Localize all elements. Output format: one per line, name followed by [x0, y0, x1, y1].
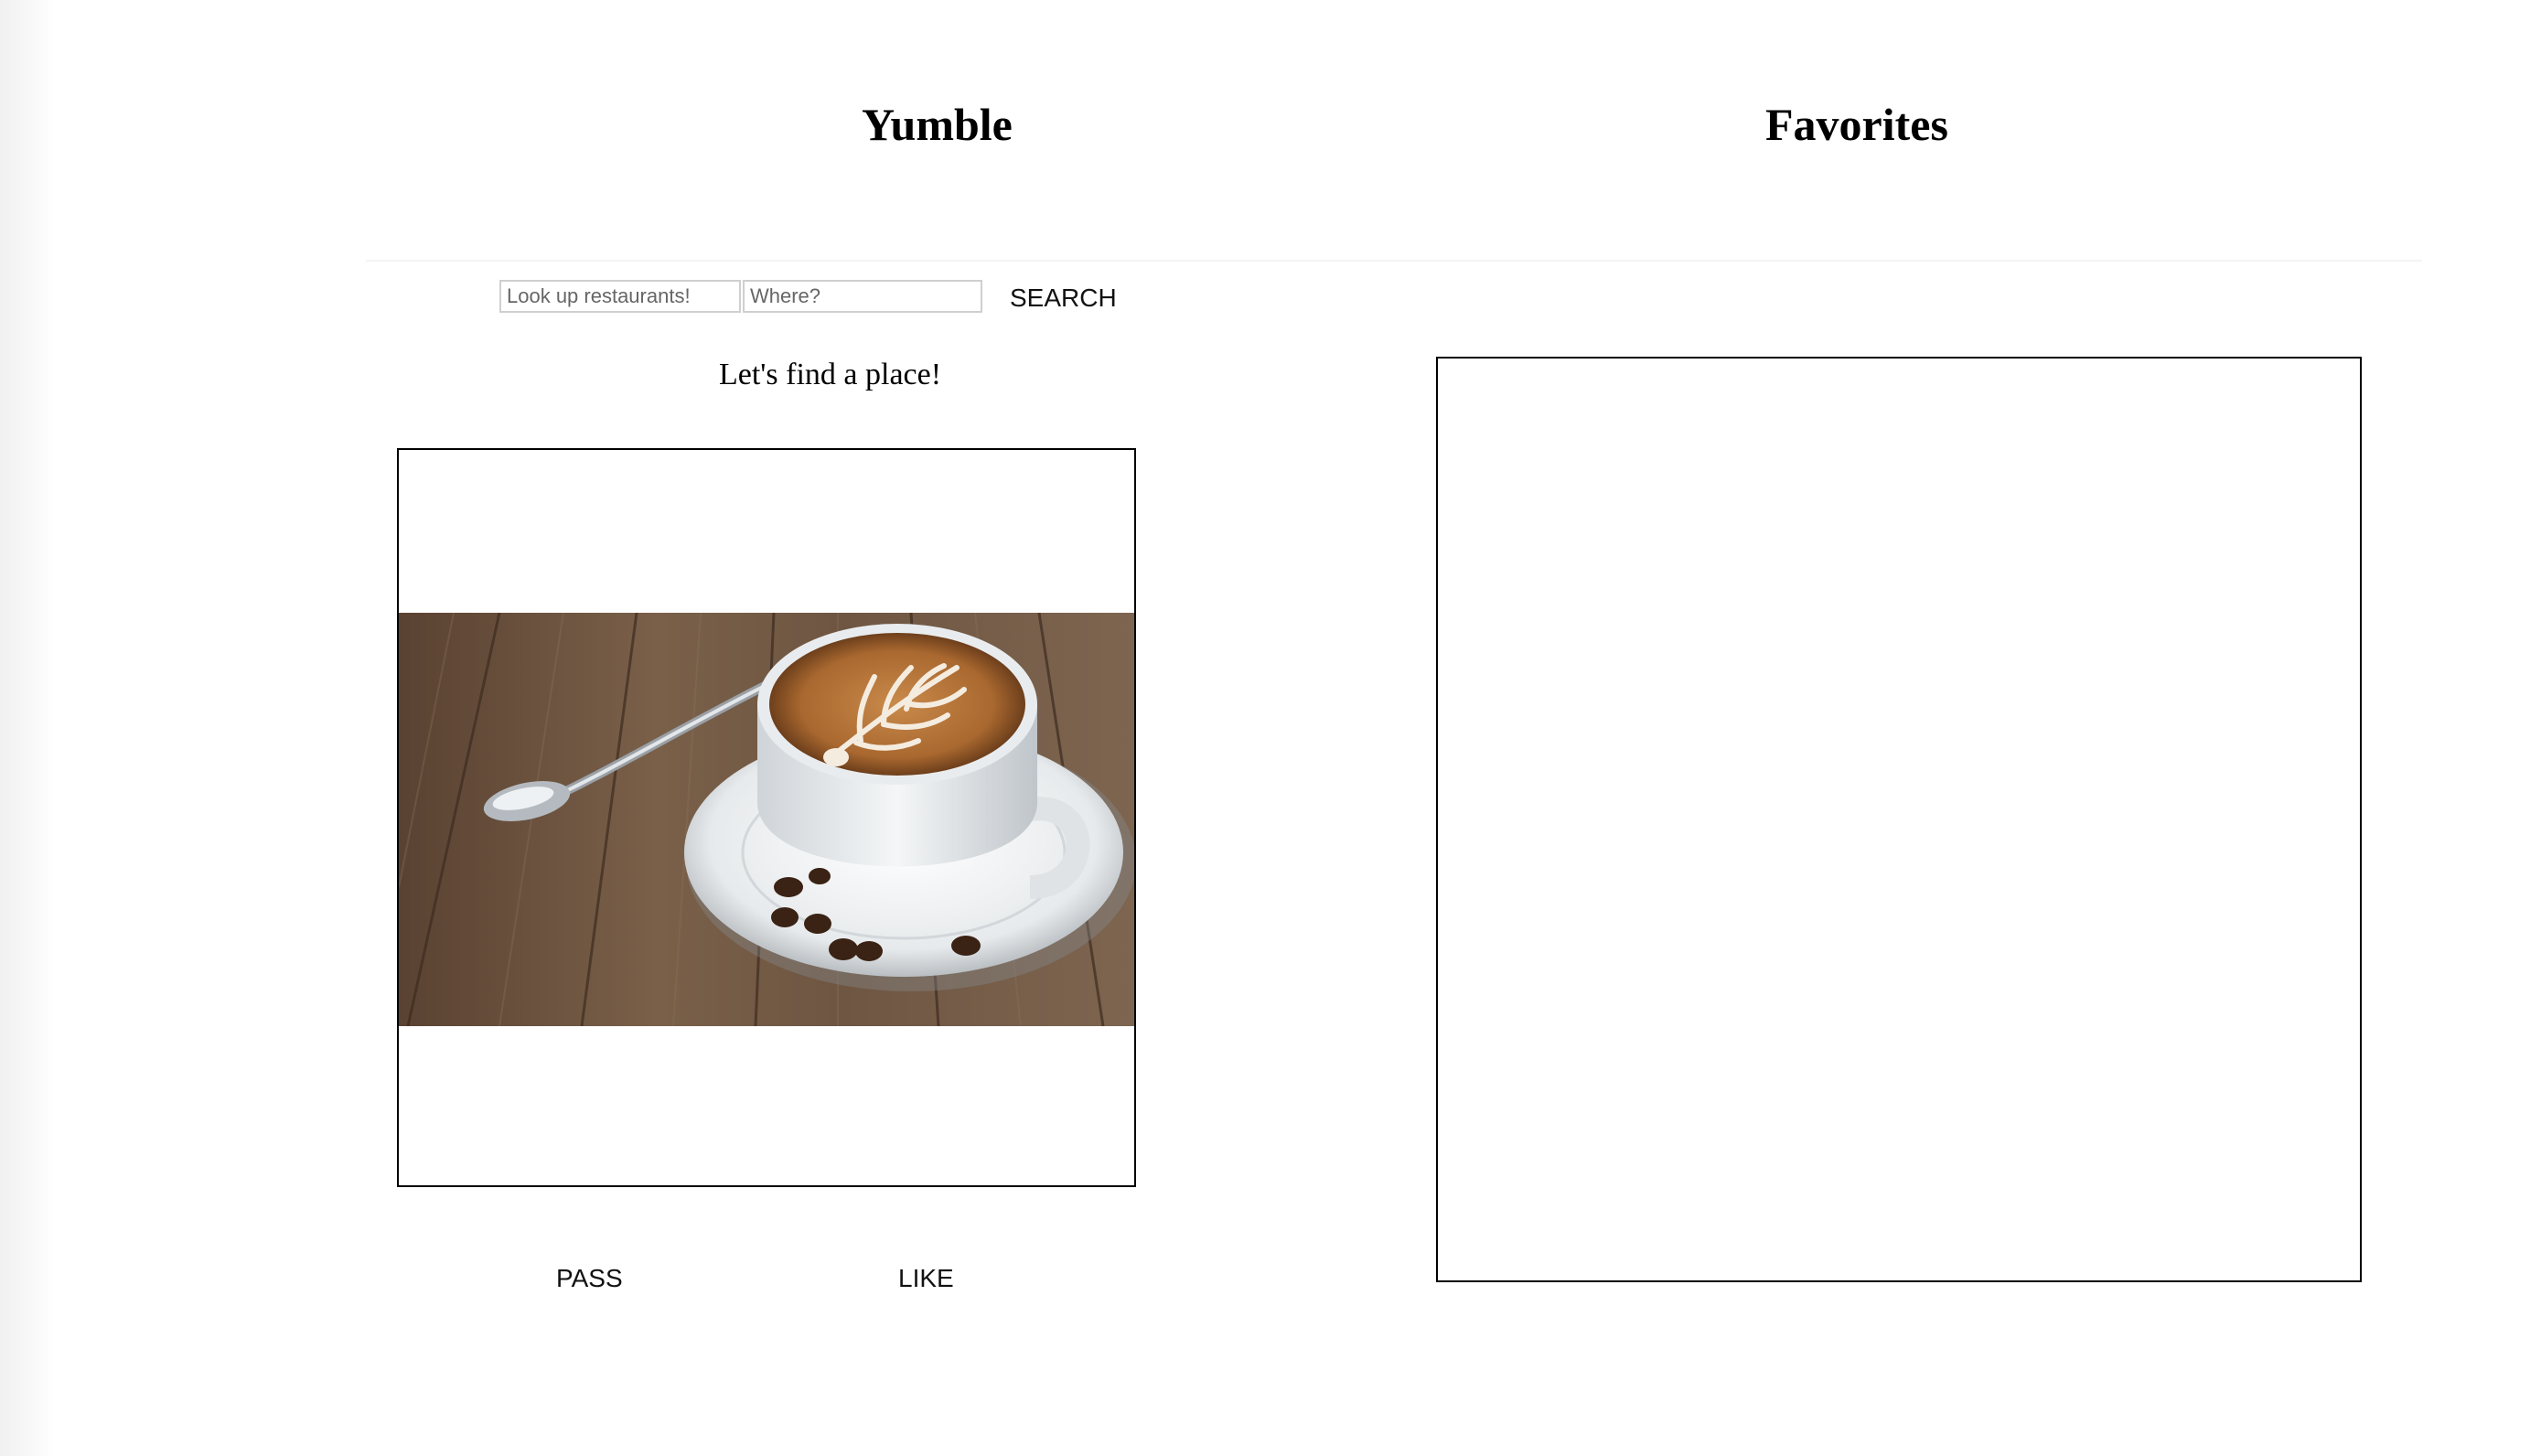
window-edge-shadow [0, 0, 55, 1456]
app-title: Yumble [862, 99, 1013, 150]
header-divider [366, 260, 2422, 262]
pass-button[interactable]: PASS [556, 1262, 623, 1295]
app-page: Yumble Favorites SEARCH Let's find a pla… [0, 0, 2541, 1456]
status-message: Let's find a place! [719, 358, 942, 391]
restaurant-card [397, 448, 1136, 1187]
location-input[interactable] [743, 280, 982, 313]
restaurant-photo [399, 613, 1134, 1026]
favorites-panel [1436, 357, 2362, 1282]
like-button[interactable]: LIKE [898, 1262, 954, 1295]
favorites-title: Favorites [1765, 99, 1948, 150]
restaurant-search-input[interactable] [499, 280, 741, 313]
search-button[interactable]: SEARCH [1010, 282, 1117, 315]
